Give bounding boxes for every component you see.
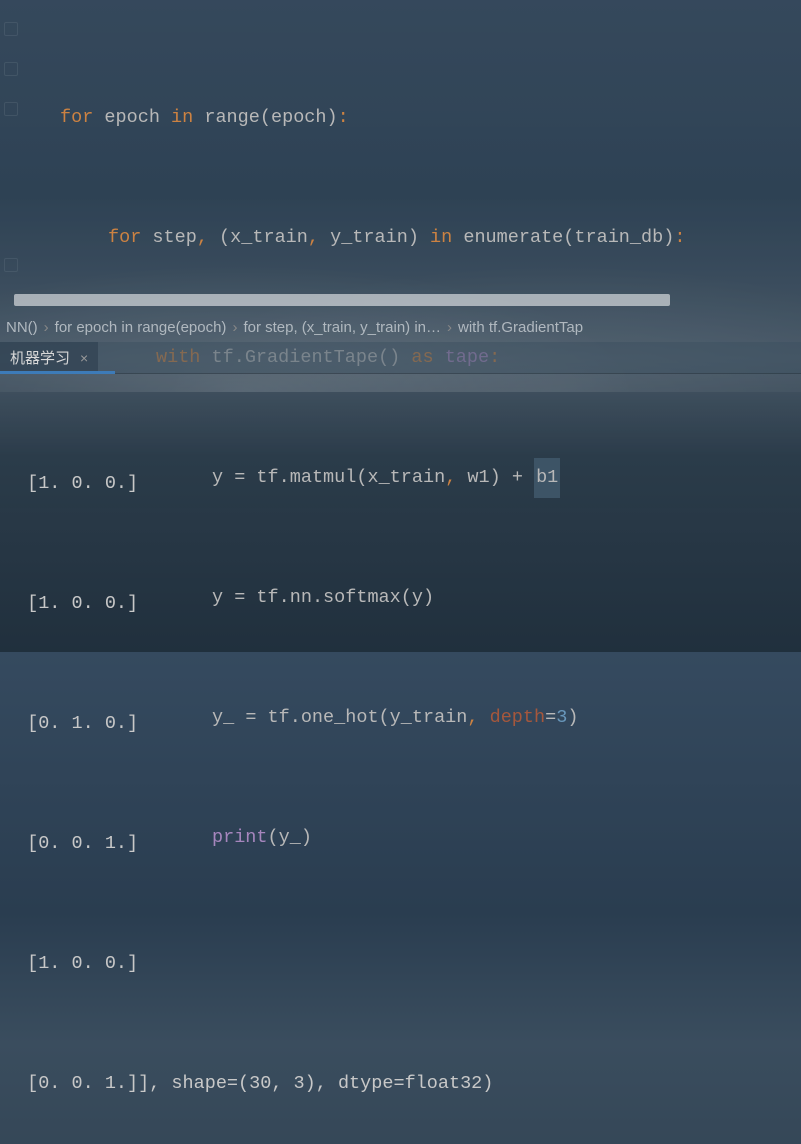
paren: ( xyxy=(563,227,574,248)
chevron-right-icon: › xyxy=(44,319,49,336)
panel-tabs: 机器学习 × xyxy=(0,342,801,374)
identifier: epoch xyxy=(93,107,171,128)
comma: , xyxy=(197,227,219,248)
panel-tab-active[interactable]: 机器学习 × xyxy=(0,342,98,373)
code-line[interactable]: for epoch in range(epoch): xyxy=(60,98,801,138)
paren: ( xyxy=(219,227,230,248)
identifier: y_train xyxy=(330,227,408,248)
gutter-mark-icon xyxy=(4,258,18,272)
paren: ) xyxy=(663,227,674,248)
output-line: [0. 1. 0.] xyxy=(16,704,801,744)
output-line: [1. 0. 0.] xyxy=(16,944,801,984)
chevron-right-icon: › xyxy=(232,319,237,336)
gutter-mark-icon xyxy=(4,62,18,76)
paren: ) xyxy=(327,107,338,128)
breadcrumb-item[interactable]: for step, (x_train, y_train) in… xyxy=(243,319,441,336)
output-line: [0. 0. 1.]], shape=(30, 3), dtype=float3… xyxy=(16,1064,801,1104)
breadcrumb-item[interactable]: with tf.GradientTap xyxy=(458,319,583,336)
breadcrumb-item[interactable]: NN() xyxy=(6,319,38,336)
chevron-right-icon: › xyxy=(447,319,452,336)
keyword: for xyxy=(108,227,141,248)
keyword: in xyxy=(430,227,452,248)
paren: ) xyxy=(408,227,430,248)
gutter-mark-icon xyxy=(4,22,18,36)
identifier: enumerate xyxy=(452,227,563,248)
panel-tab-label: 机器学习 xyxy=(10,347,70,368)
output-line: [1. 0. 0.] xyxy=(16,584,801,624)
paren: ( xyxy=(260,107,271,128)
colon: : xyxy=(674,227,685,248)
output-panel[interactable]: [1. 0. 0.] [1. 0. 0.] [0. 1. 0.] [0. 0. … xyxy=(0,374,801,1144)
comma: , xyxy=(308,227,330,248)
close-icon[interactable]: × xyxy=(80,350,88,366)
keyword: in xyxy=(171,107,193,128)
breadcrumb[interactable]: NN() › for epoch in range(epoch) › for s… xyxy=(0,312,801,342)
identifier: epoch xyxy=(271,107,327,128)
output-line: [0. 0. 1.] xyxy=(16,824,801,864)
horizontal-scrollbar[interactable] xyxy=(14,294,670,306)
gutter-mark-icon xyxy=(4,102,18,116)
identifier: range xyxy=(193,107,260,128)
code-line[interactable]: for step, (x_train, y_train) in enumerat… xyxy=(60,218,801,258)
colon: : xyxy=(338,107,349,128)
identifier: x_train xyxy=(230,227,308,248)
breadcrumb-item[interactable]: for epoch in range(epoch) xyxy=(55,319,227,336)
gutter xyxy=(0,0,22,312)
identifier: train_db xyxy=(574,227,663,248)
output-line: [1. 0. 0.] xyxy=(16,464,801,504)
code-editor[interactable]: for epoch in range(epoch): for step, (x_… xyxy=(0,0,801,312)
identifier: step xyxy=(141,227,197,248)
keyword: for xyxy=(60,107,93,128)
